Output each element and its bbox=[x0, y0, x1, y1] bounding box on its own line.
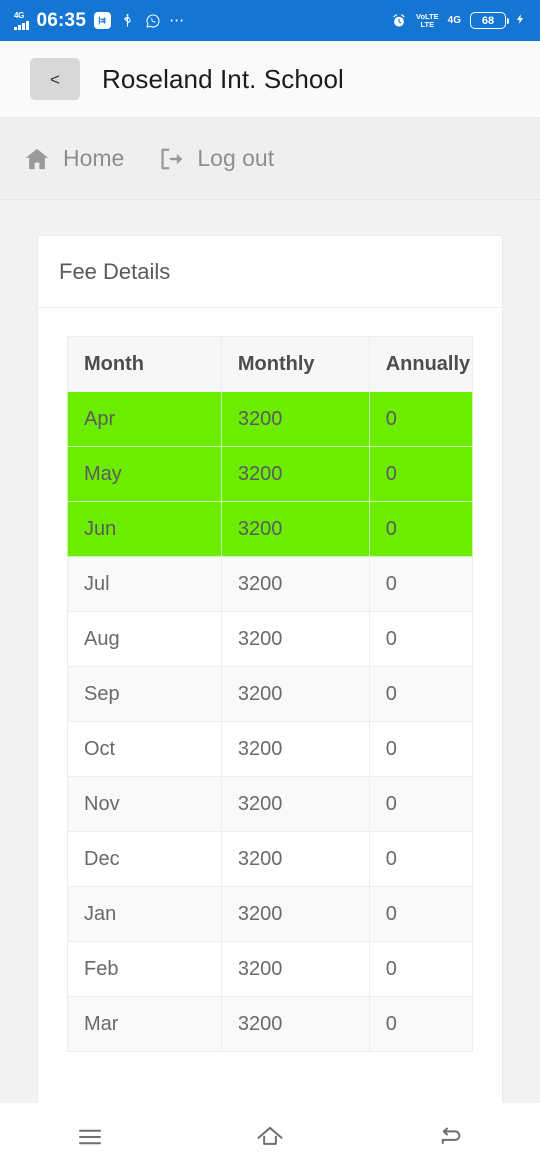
cell-month: Jul bbox=[67, 556, 222, 612]
nav-item-home-label: Home bbox=[63, 145, 125, 171]
cell-monthly: 3200 bbox=[220, 831, 370, 887]
signal-bars bbox=[14, 20, 29, 30]
cell-monthly: 3200 bbox=[220, 611, 370, 667]
cell-month: Dec bbox=[67, 831, 222, 887]
fee-table-body: Apr 3200 0 May 3200 0 Jun 3200 0 Jul 3200 0 Aug 3200 0… bbox=[67, 391, 474, 1052]
status-bar-clock: 06:35 bbox=[36, 9, 87, 31]
cell-month: Apr bbox=[67, 391, 222, 447]
cell-annually: 0 bbox=[368, 721, 474, 777]
cell-monthly: 3200 bbox=[220, 501, 370, 557]
app-bar: < Roseland Int. School bbox=[0, 41, 540, 118]
status-bar-left: 4G 06:35 ⋯ bbox=[14, 10, 185, 32]
card-body: Month Monthly Annually Apr 3200 0 May 3200 0 J… bbox=[38, 308, 502, 1112]
whatsapp-icon bbox=[144, 12, 161, 29]
table-row: Dec 3200 0 bbox=[67, 831, 474, 887]
table-header-row: Month Monthly Annually bbox=[67, 336, 474, 392]
nav-item-logout-label: Log out bbox=[197, 145, 275, 171]
cell-annually: 0 bbox=[368, 556, 474, 612]
column-header-annually: Annually bbox=[368, 336, 474, 392]
signal-network-label: 4G bbox=[14, 10, 25, 20]
data-network-label: 4G bbox=[447, 15, 461, 26]
table-row: Sep 3200 0 bbox=[67, 666, 474, 722]
card-title: Fee Details bbox=[59, 259, 171, 284]
table-row: Jun 3200 0 bbox=[67, 501, 474, 557]
cell-month: Oct bbox=[67, 721, 222, 777]
cell-annually: 0 bbox=[368, 446, 474, 502]
column-header-monthly: Monthly bbox=[220, 336, 370, 392]
table-row: Jul 3200 0 bbox=[67, 556, 474, 612]
table-row: Feb 3200 0 bbox=[67, 941, 474, 997]
card-header: Fee Details bbox=[38, 236, 502, 308]
recents-button[interactable] bbox=[55, 1113, 125, 1161]
table-row: Oct 3200 0 bbox=[67, 721, 474, 777]
fee-table-head: Month Monthly Annually bbox=[67, 336, 474, 392]
table-row: Aug 3200 0 bbox=[67, 611, 474, 667]
signal-strength-icon: 4G bbox=[14, 10, 29, 30]
charging-bolt-icon bbox=[515, 11, 526, 30]
alarm-clock-icon bbox=[390, 12, 407, 29]
cell-month: Feb bbox=[67, 941, 222, 997]
status-bar: 4G 06:35 ⋯ VoLTE LTE 4G 68 bbox=[0, 0, 540, 41]
cell-monthly: 3200 bbox=[220, 556, 370, 612]
battery-indicator: 68 bbox=[470, 12, 510, 29]
back-arrow-icon bbox=[441, 1127, 461, 1144]
cell-monthly: 3200 bbox=[220, 776, 370, 832]
cell-annually: 0 bbox=[368, 941, 474, 997]
cell-month: Mar bbox=[67, 996, 222, 1052]
cell-month: Nov bbox=[67, 776, 222, 832]
cell-monthly: 3200 bbox=[220, 996, 370, 1052]
cell-month: Jan bbox=[67, 886, 222, 942]
cell-annually: 0 bbox=[368, 886, 474, 942]
menu-icon bbox=[79, 1129, 101, 1144]
cell-month: Sep bbox=[67, 666, 222, 722]
cell-annually: 0 bbox=[368, 501, 474, 557]
table-row: Nov 3200 0 bbox=[67, 776, 474, 832]
nav-item-logout[interactable]: Log out bbox=[158, 145, 274, 172]
home-button[interactable] bbox=[235, 1113, 305, 1161]
cell-annually: 0 bbox=[368, 776, 474, 832]
cell-annually: 0 bbox=[368, 666, 474, 722]
more-notifications-icon: ⋯ bbox=[169, 11, 186, 29]
nav-item-home[interactable]: Home bbox=[24, 145, 124, 172]
volte-indicator: VoLTE LTE bbox=[416, 12, 439, 29]
home-outline-icon bbox=[257, 1126, 283, 1145]
logout-icon bbox=[158, 146, 184, 172]
cell-monthly: 3200 bbox=[220, 391, 370, 447]
page-title: Roseland Int. School bbox=[102, 63, 344, 94]
volte-bottom-label: LTE bbox=[420, 19, 435, 29]
cell-annually: 0 bbox=[368, 831, 474, 887]
fee-table: Month Monthly Annually Apr 3200 0 May 3200 0 J… bbox=[67, 336, 474, 1052]
status-bar-right: VoLTE LTE 4G 68 bbox=[390, 11, 526, 30]
fee-details-card: Fee Details Month Monthly Annually Apr 32… bbox=[37, 235, 503, 1113]
home-icon bbox=[24, 146, 50, 172]
cell-monthly: 3200 bbox=[220, 721, 370, 777]
cell-month: Jun bbox=[67, 501, 222, 557]
cell-monthly: 3200 bbox=[220, 886, 370, 942]
cell-monthly: 3200 bbox=[220, 446, 370, 502]
column-header-month: Month bbox=[67, 336, 222, 392]
cell-monthly: 3200 bbox=[220, 666, 370, 722]
cell-month: Aug bbox=[67, 611, 222, 667]
cell-annually: 0 bbox=[368, 611, 474, 667]
navigation-bar: Home Log out bbox=[0, 118, 540, 200]
table-row: Apr 3200 0 bbox=[67, 391, 474, 447]
cell-annually: 0 bbox=[368, 391, 474, 447]
android-navigation-bar bbox=[0, 1103, 540, 1170]
cell-annually: 0 bbox=[368, 996, 474, 1052]
usb-icon bbox=[119, 12, 136, 29]
back-button[interactable]: < bbox=[30, 58, 80, 100]
table-row: Mar 3200 0 bbox=[67, 996, 474, 1052]
cell-month: May bbox=[67, 446, 222, 502]
table-row: Jan 3200 0 bbox=[67, 886, 474, 942]
back-nav-button[interactable] bbox=[415, 1113, 485, 1161]
cell-monthly: 3200 bbox=[220, 941, 370, 997]
app-badge-icon bbox=[94, 12, 112, 29]
phone-screen: 4G 06:35 ⋯ VoLTE LTE 4G 68 < Roseland In… bbox=[0, 0, 540, 1170]
table-row: May 3200 0 bbox=[67, 446, 474, 502]
